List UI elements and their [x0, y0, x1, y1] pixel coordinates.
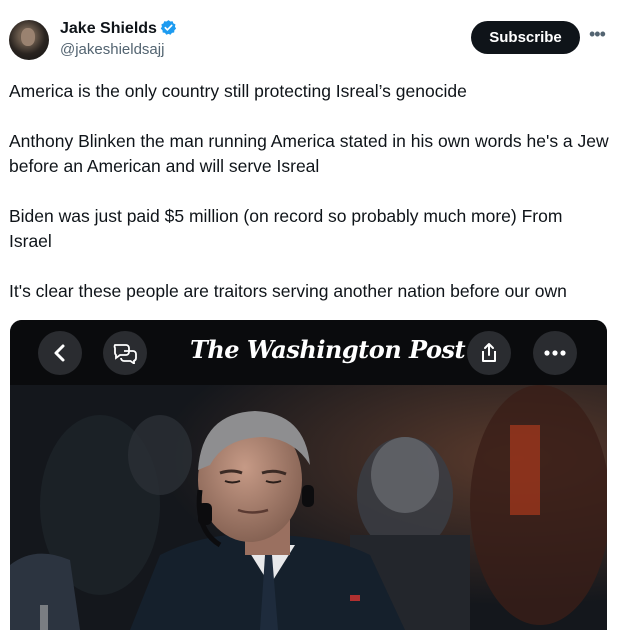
- avatar-face: [21, 28, 35, 46]
- tweet-paragraph: Biden was just paid $5 million (on recor…: [9, 206, 563, 251]
- tweet-paragraph: America is the only country still protec…: [9, 81, 467, 101]
- author-name[interactable]: Jake Shields: [60, 20, 157, 37]
- comments-icon: [103, 331, 147, 375]
- tweet-paragraph: It's clear these people are traitors ser…: [9, 281, 567, 301]
- more-horizontal-icon[interactable]: •••: [589, 25, 606, 43]
- share-icon: [467, 331, 511, 375]
- tweet-media-image[interactable]: The Washington Post: [10, 320, 607, 630]
- embedded-app-toolbar: The Washington Post: [10, 320, 607, 385]
- avatar[interactable]: [9, 20, 49, 60]
- subscribe-button[interactable]: Subscribe: [471, 21, 580, 54]
- author-handle[interactable]: @jakeshieldsajj: [60, 41, 164, 58]
- tweet-text: America is the only country still protec…: [9, 79, 609, 329]
- tweet-paragraph: Anthony Blinken the man running America …: [9, 131, 609, 176]
- verified-badge-icon: [160, 20, 177, 35]
- author-name-row[interactable]: Jake Shields: [60, 19, 177, 38]
- more-options-icon: [533, 331, 577, 375]
- back-chevron-icon: [38, 331, 82, 375]
- publication-title: The Washington Post: [190, 335, 466, 364]
- news-photo: [10, 385, 607, 630]
- tweet-header: Jake Shields @jakeshieldsajj Subscribe •…: [0, 0, 618, 70]
